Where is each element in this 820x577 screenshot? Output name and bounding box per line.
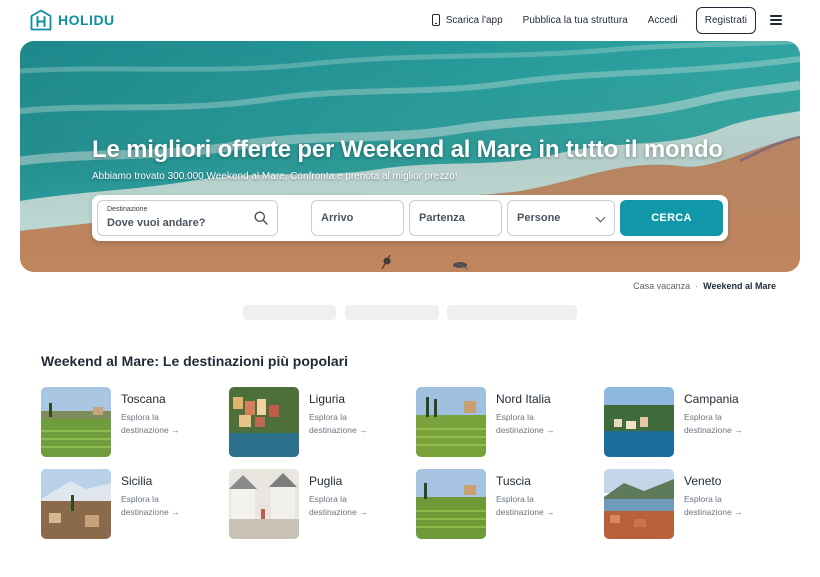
brand-name: HOLIDU (58, 12, 115, 28)
explore-destination-link[interactable]: Esplora la destinazione → (309, 411, 389, 436)
destination-card-liguria[interactable]: Liguria Esplora la destinazione → (229, 387, 409, 457)
destination-card-campania[interactable]: Campania Esplora la destinazione → (604, 387, 784, 457)
search-bar: Destinazione Dove vuoi andare? Arrivo Pa… (92, 195, 728, 241)
checkout-date-field[interactable]: Partenza (409, 200, 502, 236)
destination-name: Nord Italia (496, 392, 551, 406)
hero-title: Le migliori offerte per Weekend al Mare … (92, 136, 723, 163)
breadcrumb-parent-link[interactable]: Casa vacanza (633, 281, 690, 291)
destination-thumbnail (41, 469, 111, 539)
explore-destination-link[interactable]: Esplora la destinazione → (121, 493, 201, 518)
destination-thumbnail (604, 387, 674, 457)
destination-card-nord-italia[interactable]: Nord Italia Esplora la destinazione → (416, 387, 596, 457)
breadcrumb-current: Weekend al Mare (703, 281, 776, 291)
loading-tab-placeholder (345, 305, 439, 320)
loading-tab-placeholder (243, 305, 336, 320)
destination-name: Toscana (121, 392, 166, 406)
destination-card-sicilia[interactable]: Sicilia Esplora la destinazione → (41, 469, 221, 539)
destination-name: Veneto (684, 474, 722, 488)
destination-name: Puglia (309, 474, 343, 488)
chevron-down-icon (595, 212, 606, 223)
destination-thumbnail (416, 387, 486, 457)
login-link[interactable]: Accedi (648, 15, 678, 26)
logo-house-icon (30, 9, 52, 31)
register-button[interactable]: Registrati (695, 6, 756, 34)
top-header: HOLIDU Scarica l'app Pubblica la tua str… (0, 0, 820, 40)
destination-input[interactable]: Dove vuoi andare? (107, 217, 205, 229)
destination-name: Sicilia (121, 474, 153, 488)
breadcrumb-separator: · (695, 281, 699, 291)
explore-destination-link[interactable]: Esplora la destinazione → (496, 411, 576, 436)
checkin-label: Arrivo (321, 212, 354, 224)
download-app-link[interactable]: Scarica l'app (431, 14, 503, 26)
phone-icon (431, 14, 440, 26)
hamburger-menu-icon[interactable] (770, 15, 782, 25)
explore-destination-link[interactable]: Esplora la destinazione → (684, 493, 764, 518)
hero-subtitle: Abbiamo trovato 300.000 Weekend al Mare.… (92, 171, 458, 182)
destination-thumbnail (229, 387, 299, 457)
destination-thumbnail (41, 387, 111, 457)
holidu-logo[interactable]: HOLIDU (30, 9, 115, 31)
breadcrumb: Casa vacanza · Weekend al Mare (633, 281, 776, 291)
checkin-date-field[interactable]: Arrivo (311, 200, 404, 236)
destination-thumbnail (229, 469, 299, 539)
destination-card-veneto[interactable]: Veneto Esplora la destinazione → (604, 469, 784, 539)
destination-name: Tuscia (496, 474, 531, 488)
download-app-label: Scarica l'app (445, 14, 503, 26)
explore-destination-link[interactable]: Esplora la destinazione → (496, 493, 576, 518)
loading-tab-placeholder (447, 305, 577, 320)
destination-name: Campania (684, 392, 739, 406)
destination-label: Destinazione (107, 206, 148, 213)
destination-thumbnail (604, 469, 674, 539)
destination-field[interactable]: Destinazione Dove vuoi andare? (97, 200, 278, 236)
section-title: Weekend al Mare: Le destinazioni più pop… (41, 353, 349, 369)
destination-name: Liguria (309, 392, 346, 406)
search-button[interactable]: CERCA (620, 200, 723, 236)
destination-card-puglia[interactable]: Puglia Esplora la destinazione → (229, 469, 409, 539)
destination-thumbnail (416, 469, 486, 539)
publish-property-link[interactable]: Pubblica la tua struttura (523, 15, 628, 26)
explore-destination-link[interactable]: Esplora la destinazione → (121, 411, 201, 436)
guests-select[interactable]: Persone (507, 200, 615, 236)
destination-card-toscana[interactable]: Toscana Esplora la destinazione → (41, 387, 221, 457)
search-icon (254, 211, 268, 225)
destination-card-tuscia[interactable]: Tuscia Esplora la destinazione → (416, 469, 596, 539)
guests-label: Persone (517, 212, 561, 224)
explore-destination-link[interactable]: Esplora la destinazione → (684, 411, 764, 436)
checkout-label: Partenza (419, 212, 465, 224)
explore-destination-link[interactable]: Esplora la destinazione → (309, 493, 389, 518)
main-nav: Scarica l'app Pubblica la tua struttura … (431, 6, 782, 34)
